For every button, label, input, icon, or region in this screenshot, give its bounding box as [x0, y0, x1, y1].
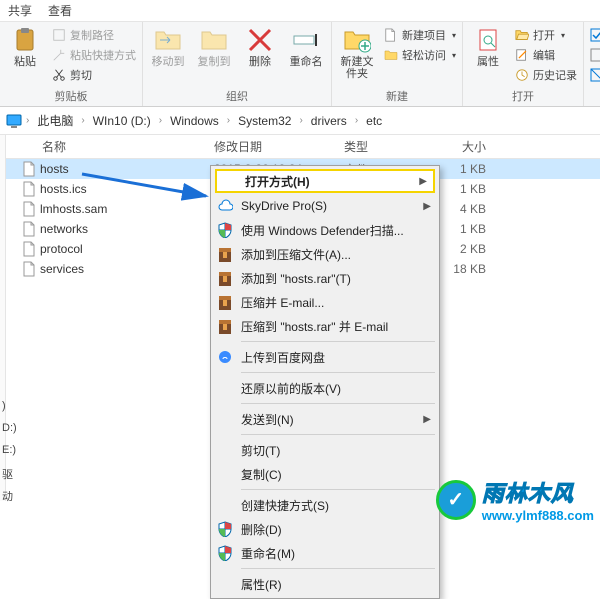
menu-compress-email[interactable]: 压缩并 E-mail...: [213, 290, 437, 314]
paste-button[interactable]: 粘贴: [4, 24, 46, 68]
drive-item[interactable]: E:): [0, 444, 18, 466]
copy-to-button[interactable]: 复制到: [193, 24, 235, 68]
drive-list: ) D:) E:) 驱 动: [0, 400, 18, 510]
watermark-logo-icon: ✓: [436, 480, 476, 520]
drive-item[interactable]: 驱: [0, 466, 18, 488]
select-all-button[interactable]: 全部选择: [588, 26, 600, 44]
archive-icon: [217, 270, 233, 286]
file-icon: [22, 261, 36, 277]
delete-button[interactable]: 删除: [239, 24, 281, 68]
context-menu: 打开方式(H)▶ SkyDrive Pro(S)▶ 使用 Windows Def…: [210, 165, 440, 599]
crumb-drivers[interactable]: drivers: [307, 112, 351, 130]
copy-path-button[interactable]: 复制路径: [50, 26, 138, 44]
menu-create-shortcut[interactable]: 创建快捷方式(S): [213, 493, 437, 517]
move-to-button[interactable]: 移动到: [147, 24, 189, 68]
menu-upload-baidu[interactable]: 上传到百度网盘: [213, 345, 437, 369]
column-date[interactable]: 修改日期: [206, 138, 336, 155]
open-button[interactable]: 打开▾: [513, 26, 579, 44]
paste-label: 粘贴: [14, 56, 36, 68]
edit-button[interactable]: 编辑: [513, 46, 579, 64]
menu-rename[interactable]: 重命名(M): [213, 541, 437, 565]
watermark-url: www.ylmf888.com: [482, 508, 594, 523]
menu-send-to[interactable]: 发送到(N)▶: [213, 407, 437, 431]
menu-compress-hosts-email[interactable]: 压缩到 "hosts.rar" 并 E-mail: [213, 314, 437, 338]
rename-button[interactable]: 重命名: [285, 24, 327, 68]
paste-shortcut-button[interactable]: 粘贴快捷方式: [50, 46, 138, 64]
file-name: lmhosts.sam: [40, 202, 107, 216]
ribbon-group-new: 新建文件夹 新建项目▾ 轻松访问▾ 新建: [332, 22, 463, 106]
menu-add-hosts-rar[interactable]: 添加到 "hosts.rar"(T): [213, 266, 437, 290]
pc-icon: [6, 113, 22, 129]
file-list-header: 名称 修改日期 类型 大小: [6, 135, 600, 159]
shield-icon: [217, 222, 233, 238]
column-name[interactable]: 名称: [6, 138, 206, 155]
ribbon-group-clipboard: 粘贴 复制路径 粘贴快捷方式 剪切 剪贴板: [0, 22, 143, 106]
file-icon: [22, 201, 36, 217]
crumb-system32[interactable]: System32: [234, 112, 295, 130]
menu-copy[interactable]: 复制(C): [213, 462, 437, 486]
archive-icon: [217, 246, 233, 262]
organize-group-title: 组织: [226, 86, 248, 106]
ribbon-tabs: 共享 查看: [0, 0, 600, 22]
new-item-button[interactable]: 新建项目▾: [382, 26, 458, 44]
properties-button[interactable]: 属性: [467, 24, 509, 68]
cloud-icon: [217, 198, 233, 214]
invert-selection-button[interactable]: 反向选择: [588, 66, 600, 84]
drive-item[interactable]: D:): [0, 422, 18, 444]
menu-open-with[interactable]: 打开方式(H)▶: [215, 169, 435, 193]
file-name: hosts: [40, 162, 69, 176]
archive-icon: [217, 318, 233, 334]
new-group-title: 新建: [386, 86, 408, 106]
drive-item[interactable]: 动: [0, 488, 18, 510]
history-button[interactable]: 历史记录: [513, 66, 579, 84]
drive-item[interactable]: ): [0, 400, 18, 422]
file-name: services: [40, 262, 84, 276]
shield-icon: [217, 545, 233, 561]
column-size[interactable]: 大小: [426, 138, 486, 155]
cloud-icon: [217, 349, 233, 365]
archive-icon: [217, 294, 233, 310]
menu-delete[interactable]: 删除(D): [213, 517, 437, 541]
column-type[interactable]: 类型: [336, 138, 426, 155]
file-icon: [22, 181, 36, 197]
chevron-right-icon: ›: [26, 115, 29, 126]
open-group-title: 打开: [512, 86, 534, 106]
ribbon-group-select: 全部选择 全部取消 反向选择 选择: [584, 22, 600, 106]
menu-defender[interactable]: 使用 Windows Defender扫描...: [213, 218, 437, 242]
file-name: networks: [40, 222, 88, 236]
crumb-etc[interactable]: etc: [362, 112, 386, 130]
breadcrumb[interactable]: › 此电脑› WIn10 (D:)› Windows› System32› dr…: [0, 107, 600, 135]
crumb-pc[interactable]: 此电脑: [33, 110, 77, 131]
menu-restore-version[interactable]: 还原以前的版本(V): [213, 376, 437, 400]
tab-view[interactable]: 查看: [48, 2, 72, 19]
select-none-button[interactable]: 全部取消: [588, 46, 600, 64]
file-icon: [22, 161, 36, 177]
tab-share[interactable]: 共享: [8, 2, 32, 19]
file-icon: [22, 241, 36, 257]
clipboard-group-title: 剪贴板: [55, 86, 88, 106]
ribbon: 粘贴 复制路径 粘贴快捷方式 剪切 剪贴板 移动到 复制到 删除 重命名 组织 …: [0, 22, 600, 107]
watermark-title: 雨林木风: [482, 476, 594, 508]
file-icon: [22, 221, 36, 237]
shield-icon: [217, 521, 233, 537]
watermark: ✓ 雨林木风 www.ylmf888.com: [436, 476, 594, 523]
ribbon-group-open: 属性 打开▾ 编辑 历史记录 打开: [463, 22, 584, 106]
menu-add-archive[interactable]: 添加到压缩文件(A)...: [213, 242, 437, 266]
ribbon-group-organize: 移动到 复制到 删除 重命名 组织: [143, 22, 332, 106]
easy-access-button[interactable]: 轻松访问▾: [382, 46, 458, 64]
crumb-d[interactable]: WIn10 (D:): [89, 112, 155, 130]
cut-button[interactable]: 剪切: [50, 66, 138, 84]
menu-skydrive[interactable]: SkyDrive Pro(S)▶: [213, 194, 437, 218]
new-folder-button[interactable]: 新建文件夹: [336, 24, 378, 80]
crumb-windows[interactable]: Windows: [166, 112, 223, 130]
menu-properties[interactable]: 属性(R): [213, 572, 437, 596]
file-name: hosts.ics: [40, 182, 87, 196]
menu-cut[interactable]: 剪切(T): [213, 438, 437, 462]
file-name: protocol: [40, 242, 83, 256]
